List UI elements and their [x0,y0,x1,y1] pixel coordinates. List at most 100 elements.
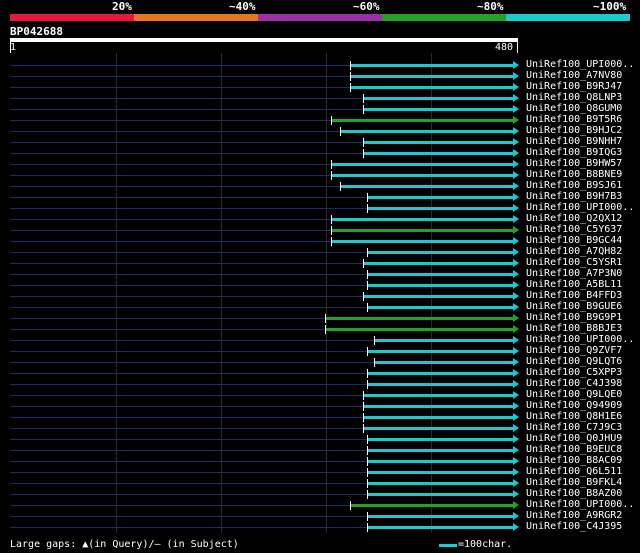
hit-label[interactable]: UniRef100_B8BNE9 [526,169,622,180]
hit-bar[interactable] [367,306,515,309]
hit-label[interactable]: UniRef100_UPI000.. [526,202,634,213]
hit-label[interactable]: UniRef100_Q9LQT6 [526,356,622,367]
hit-label[interactable]: UniRef100_A7NV80 [526,70,622,81]
hit-bar[interactable] [367,207,515,210]
hit-bar[interactable] [324,328,515,331]
hit-label[interactable]: UniRef100_B8AZ00 [526,488,622,499]
hit-label[interactable]: UniRef100_B9HJC2 [526,125,622,136]
hit-bar[interactable] [367,471,515,474]
hit-label[interactable]: UniRef100_B4FFD3 [526,290,622,301]
hit-bar[interactable] [362,108,515,111]
hit-start-mark [367,523,368,532]
hit-bar[interactable] [339,130,515,133]
hit-row[interactable]: UniRef100_C4J395 [0,521,640,533]
hit-arrow-icon [513,369,519,377]
hit-start-mark [367,303,368,312]
hit-label[interactable]: UniRef100_B8AC09 [526,455,622,466]
hit-bar[interactable] [324,317,515,320]
hit-bar[interactable] [339,185,515,188]
hit-label[interactable]: UniRef100_C5XPP3 [526,367,622,378]
hit-label[interactable]: UniRef100_C4J395 [526,521,622,532]
hit-bar[interactable] [362,416,515,419]
hit-bar[interactable] [362,141,515,144]
hit-label[interactable]: UniRef100_Q8GUM0 [526,103,622,114]
hit-bar[interactable] [362,295,515,298]
hit-label[interactable]: UniRef100_B8BJE3 [526,323,622,334]
hit-label[interactable]: UniRef100_B9IQG3 [526,147,622,158]
hit-bar[interactable] [367,251,515,254]
hit-bar[interactable] [362,427,515,430]
hit-label[interactable]: UniRef100_B9GUE6 [526,301,622,312]
hit-start-mark [362,391,364,400]
legend-label-40: ~40% [229,0,256,13]
hit-bar[interactable] [367,438,515,441]
hit-bar[interactable] [331,163,515,166]
hit-label[interactable]: UniRef100_B9HW57 [526,158,622,169]
hit-bar[interactable] [331,174,515,177]
hit-bar[interactable] [367,460,515,463]
hit-start-mark [367,435,368,444]
hit-label[interactable]: UniRef100_B9EUC8 [526,444,622,455]
hit-bar[interactable] [367,350,515,353]
hit-label[interactable]: UniRef100_A5BL11 [526,279,622,290]
hit-label[interactable]: UniRef100_Q6L511 [526,466,622,477]
hit-label[interactable]: UniRef100_B9NHH7 [526,136,622,147]
hit-label[interactable]: UniRef100_Q94909 [526,400,622,411]
hit-bar[interactable] [367,449,515,452]
hit-bar[interactable] [331,240,515,243]
hit-bar[interactable] [362,97,515,100]
hit-arrow-icon [513,490,519,498]
hit-label[interactable]: UniRef100_A7P3N0 [526,268,622,279]
hit-bar[interactable] [367,196,515,199]
hit-bar[interactable] [362,405,515,408]
hit-label[interactable]: UniRef100_Q9ZVF7 [526,345,622,356]
hit-bar[interactable] [350,504,515,507]
hit-bar[interactable] [367,515,515,518]
hit-start-mark [367,204,368,213]
hit-label[interactable]: UniRef100_Q9LQE0 [526,389,622,400]
hit-bar[interactable] [367,284,515,287]
hit-label[interactable]: UniRef100_UPI000.. [526,334,634,345]
hit-label[interactable]: UniRef100_Q2QX12 [526,213,622,224]
hit-label[interactable]: UniRef100_B9G9P1 [526,312,622,323]
hit-bar[interactable] [350,86,515,89]
hit-label[interactable]: UniRef100_UPI000.. [526,499,634,510]
hit-label[interactable]: UniRef100_C5YSR1 [526,257,622,268]
hit-bar[interactable] [331,119,515,122]
hit-label[interactable]: UniRef100_UPI000.. [526,59,634,70]
hit-bar[interactable] [350,64,515,67]
query-end-label: 480 [495,42,514,53]
hit-label[interactable]: UniRef100_A7QH82 [526,246,622,257]
hit-bar[interactable] [362,262,515,265]
hit-bar[interactable] [374,361,515,364]
hit-arrow-icon [513,72,519,80]
hit-bar[interactable] [367,372,515,375]
hit-label[interactable]: UniRef100_B9GC44 [526,235,622,246]
hit-label[interactable]: UniRef100_Q8LNP3 [526,92,622,103]
hit-label[interactable]: UniRef100_B9H7B3 [526,191,622,202]
hit-bar[interactable] [331,229,515,232]
hit-bar[interactable] [331,218,515,221]
hit-label[interactable]: UniRef100_A9RGR2 [526,510,622,521]
hit-label[interactable]: UniRef100_B9RJ47 [526,81,622,92]
hit-label[interactable]: UniRef100_B9FKL4 [526,477,622,488]
hit-label[interactable]: UniRef100_Q0JHU9 [526,433,622,444]
hit-bar[interactable] [350,75,515,78]
hit-arrow-icon [513,160,519,168]
hit-bar[interactable] [374,339,515,342]
hit-bar[interactable] [367,273,515,276]
hit-bar[interactable] [367,493,515,496]
hit-start-mark [362,94,364,103]
hit-label[interactable]: UniRef100_Q8H1E6 [526,411,622,422]
hit-label[interactable]: UniRef100_C4J398 [526,378,622,389]
hit-bar[interactable] [367,482,515,485]
hit-label[interactable]: UniRef100_B9SJ61 [526,180,622,191]
legend-label-100: ~100% [593,0,627,13]
hit-bar[interactable] [362,394,515,397]
hit-label[interactable]: UniRef100_C5Y637 [526,224,622,235]
hit-bar[interactable] [367,383,515,386]
hit-bar[interactable] [362,152,515,155]
hit-label[interactable]: UniRef100_B9T5R6 [526,114,622,125]
hit-bar[interactable] [367,526,515,529]
hit-label[interactable]: UniRef100_C7J9C3 [526,422,622,433]
